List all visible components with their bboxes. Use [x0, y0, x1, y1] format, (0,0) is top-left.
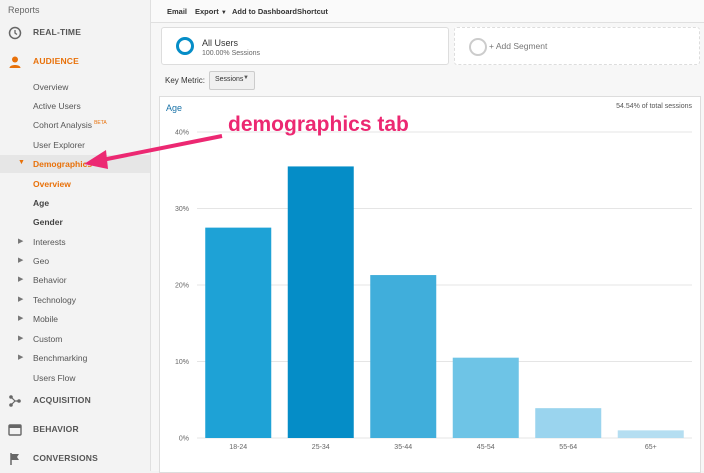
empty-segment-ring-icon — [469, 38, 487, 56]
y-tick-label: 20% — [175, 283, 189, 290]
age-chart-panel: Age 54.54% of total sessions 0% 10% 20% 30%… — [159, 96, 701, 473]
y-tick-label: 40% — [175, 130, 189, 137]
triangle-right-icon: ▶ — [18, 296, 24, 303]
segment-all-users[interactable]: All Users 100.00% Sessions — [161, 27, 449, 65]
nav-item-active-users[interactable]: Active Users — [0, 97, 150, 115]
segment-ring-icon — [176, 37, 194, 55]
x-tick-label: 55-64 — [559, 444, 577, 451]
beta-badge: BETA — [94, 120, 107, 126]
sidebar-section-label: CONVERSIONS — [33, 453, 99, 463]
key-metric-label: Key Metric: — [165, 76, 206, 85]
reports-label: Reports — [8, 5, 40, 15]
nav-item-custom[interactable]: ▶ Custom — [0, 330, 150, 348]
main-content: Email Export ▼ Add to Dashboard Shortcut… — [151, 0, 704, 473]
segment-title: All Users — [202, 38, 239, 48]
x-tick-label: 18-24 — [229, 444, 247, 451]
nav-item-overview[interactable]: Overview — [0, 78, 150, 96]
bar — [617, 430, 684, 438]
report-toolbar: Email Export ▼ Add to Dashboard Shortcut — [151, 0, 704, 23]
nav-item-geo[interactable]: ▶ Geo — [0, 252, 150, 270]
triangle-right-icon: ▶ — [18, 354, 24, 361]
behavior-icon — [8, 423, 22, 437]
nav-item-benchmarking[interactable]: ▶ Benchmarking — [0, 349, 150, 367]
clock-icon — [8, 26, 22, 40]
nav-item-gender[interactable]: Gender — [0, 213, 150, 231]
key-metric-select[interactable]: Sessions ▼ — [209, 71, 255, 90]
bar — [370, 275, 437, 438]
segment-subtitle: 100.00% Sessions — [202, 50, 260, 57]
add-segment-label: + Add Segment — [489, 41, 548, 51]
export-button[interactable]: Export ▼ — [195, 7, 227, 16]
shortcut-button[interactable]: Shortcut — [297, 7, 328, 16]
x-tick-label: 35-44 — [394, 444, 412, 451]
triangle-down-icon: ▼ — [18, 159, 25, 166]
triangle-right-icon: ▶ — [18, 315, 24, 322]
key-metric-value: Sessions — [215, 76, 244, 83]
add-segment-button[interactable]: + Add Segment — [454, 27, 700, 65]
sidebar-section-label: ACQUISITION — [33, 395, 91, 405]
bar — [452, 357, 519, 438]
sidebar-section-conversions[interactable]: CONVERSIONS — [0, 448, 150, 470]
triangle-right-icon: ▶ — [18, 257, 24, 264]
nav-item-interests[interactable]: ▶ Interests — [0, 233, 150, 251]
bar — [535, 408, 602, 438]
export-label: Export — [195, 7, 219, 16]
sidebar: Reports REAL-TIME AUDIENCE Overview Acti… — [0, 0, 151, 471]
bar — [287, 166, 354, 439]
caret-down-icon: ▼ — [220, 10, 227, 16]
sidebar-section-label: AUDIENCE — [33, 56, 79, 66]
nav-item-cohort-analysis[interactable]: Cohort Analysis BETA — [0, 116, 150, 134]
y-tick-label: 10% — [175, 359, 189, 366]
person-icon — [8, 55, 22, 69]
triangle-right-icon: ▶ — [18, 335, 24, 342]
nav-item-label: Cohort Analysis — [33, 120, 93, 130]
triangle-right-icon: ▶ — [18, 238, 24, 245]
nav-item-age[interactable]: Age — [0, 194, 150, 212]
x-tick-label: 45-54 — [477, 444, 495, 451]
sidebar-section-label: REAL-TIME — [33, 27, 82, 37]
nav-item-user-explorer[interactable]: User Explorer — [0, 136, 150, 154]
acquisition-icon — [8, 394, 22, 408]
email-button[interactable]: Email — [167, 7, 187, 16]
add-to-dashboard-button[interactable]: Add to Dashboard — [232, 7, 297, 16]
caret-down-icon: ▼ — [243, 75, 249, 81]
x-tick-label: 65+ — [645, 444, 657, 451]
age-bar-chart: 0% 10% 20% 30% 40% 18-24 25-34 35-44 45-54 55-64 6… — [175, 130, 692, 451]
nav-item-demographics[interactable]: ▼ Demographics — [0, 155, 150, 173]
sidebar-section-realtime[interactable]: REAL-TIME — [0, 22, 150, 44]
triangle-right-icon: ▶ — [18, 276, 24, 283]
sidebar-section-label: BEHAVIOR — [33, 424, 79, 434]
x-tick-label: 25-34 — [312, 444, 330, 451]
y-tick-label: 30% — [175, 206, 189, 213]
nav-item-users-flow[interactable]: Users Flow — [0, 369, 150, 387]
flag-icon — [8, 452, 22, 466]
nav-item-behavior[interactable]: ▶ Behavior — [0, 271, 150, 289]
annotation-text: demographics tab — [228, 113, 409, 136]
sidebar-section-audience[interactable]: AUDIENCE — [0, 51, 150, 73]
bar — [205, 227, 272, 438]
y-tick-label: 0% — [179, 436, 189, 443]
sidebar-section-behavior[interactable]: BEHAVIOR — [0, 419, 150, 441]
nav-item-mobile[interactable]: ▶ Mobile — [0, 310, 150, 328]
sidebar-section-acquisition[interactable]: ACQUISITION — [0, 390, 150, 412]
nav-item-technology[interactable]: ▶ Technology — [0, 291, 150, 309]
nav-item-demographics-overview[interactable]: Overview — [0, 175, 150, 193]
